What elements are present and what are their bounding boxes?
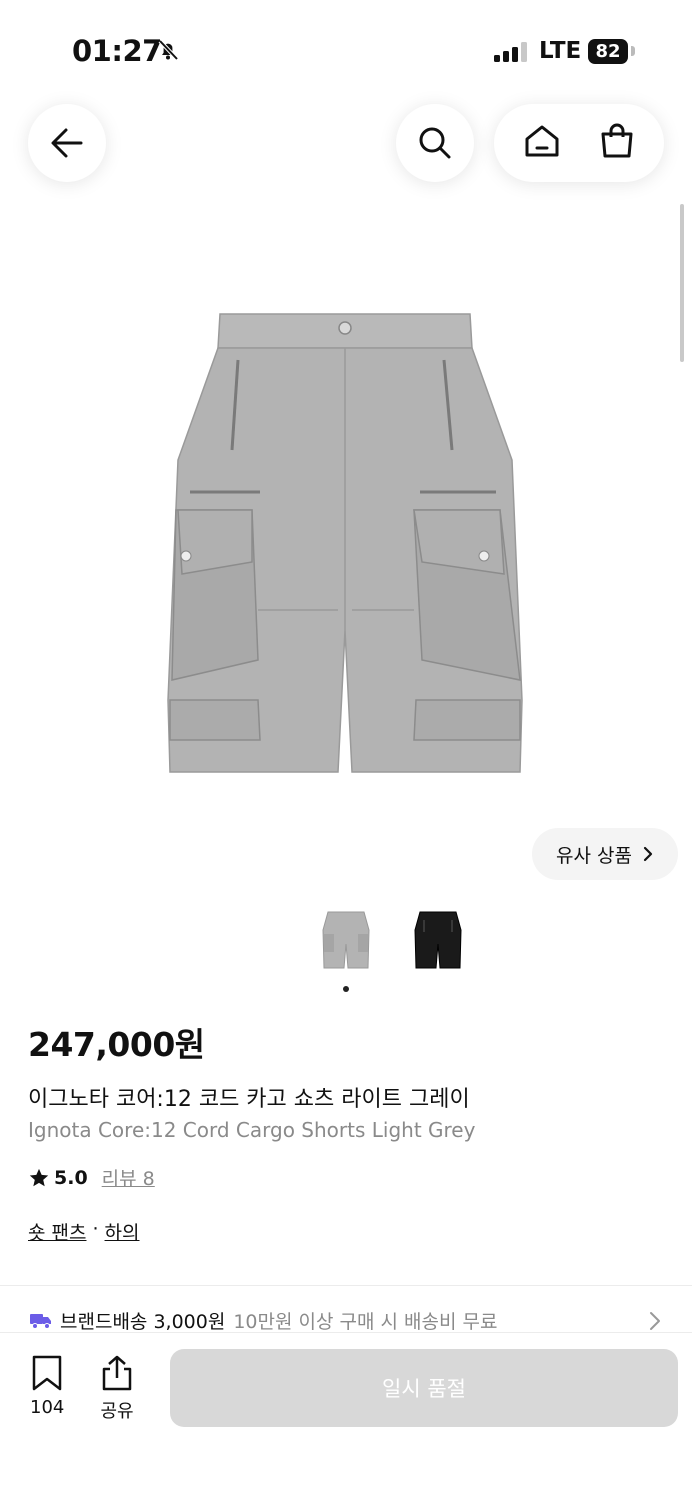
arrow-left-icon [51,128,83,158]
share-button[interactable]: 공유 [100,1355,134,1423]
thumbnail-black[interactable] [412,908,464,972]
category-link-short-pants[interactable]: 숏 팬츠 [28,1218,86,1245]
category-separator: · [92,1218,99,1240]
status-time: 01:27 [72,34,162,68]
bookmark-button[interactable]: 104 [30,1355,64,1418]
search-button[interactable] [396,104,474,182]
similar-products-button[interactable]: 유사 상품 [532,828,678,880]
chevron-right-icon [643,846,653,862]
scrollbar[interactable] [680,204,684,362]
carousel-indicator [343,986,349,992]
back-button[interactable] [28,104,106,182]
thumbnail-grey[interactable] [320,908,372,972]
shipping-note: 10만원 이상 구매 시 배송비 무료 [233,1311,498,1333]
cart-button[interactable] [598,122,636,164]
battery-cap [631,46,635,56]
network-type: LTE [539,38,582,64]
home-icon [525,125,558,157]
shopping-bag-icon [601,123,632,158]
product-name-english: Ignota Core:12 Cord Cargo Shorts Light G… [28,1118,476,1142]
bookmark-icon [32,1355,62,1391]
image-thumbnails [320,908,464,972]
rating-row: 5.0 리뷰 8 [28,1164,155,1191]
section-divider [0,1285,692,1286]
product-image[interactable] [160,300,530,784]
home-button[interactable] [523,122,561,164]
bottom-action-bar: 104 공유 일시 품절 [0,1332,692,1500]
search-icon [419,127,451,159]
share-label: 공유 [100,1401,134,1422]
product-name-korean: 이그노타 코어:12 코드 카고 쇼츠 라이트 그레이 [28,1087,470,1112]
category-breadcrumb: 숏 팬츠 · 하의 [28,1218,140,1245]
star-icon [29,1168,49,1186]
share-icon [102,1355,132,1391]
rating-score: 5.0 [54,1166,88,1189]
sold-out-button[interactable]: 일시 품절 [170,1349,678,1427]
status-bar: 01:27 LTE 82 [0,0,692,100]
bookmark-count: 104 [30,1397,65,1418]
battery-level: 82 [588,39,628,64]
shipping-info-row[interactable]: 브랜드배송 3,000원 10만원 이상 구매 시 배송비 무료 [30,1307,497,1334]
review-link[interactable]: 리뷰 8 [102,1164,155,1191]
bell-muted-icon [156,38,180,66]
category-link-bottoms[interactable]: 하의 [105,1218,140,1245]
similar-products-label: 유사 상품 [556,844,632,867]
chevron-right-icon[interactable] [648,1310,662,1332]
signal-icon [494,42,528,66]
truck-icon [30,1313,51,1329]
product-price: 247,000원 [28,1025,205,1064]
home-cart-group [494,104,664,182]
shipping-label: 브랜드배송 3,000원 [60,1311,226,1333]
